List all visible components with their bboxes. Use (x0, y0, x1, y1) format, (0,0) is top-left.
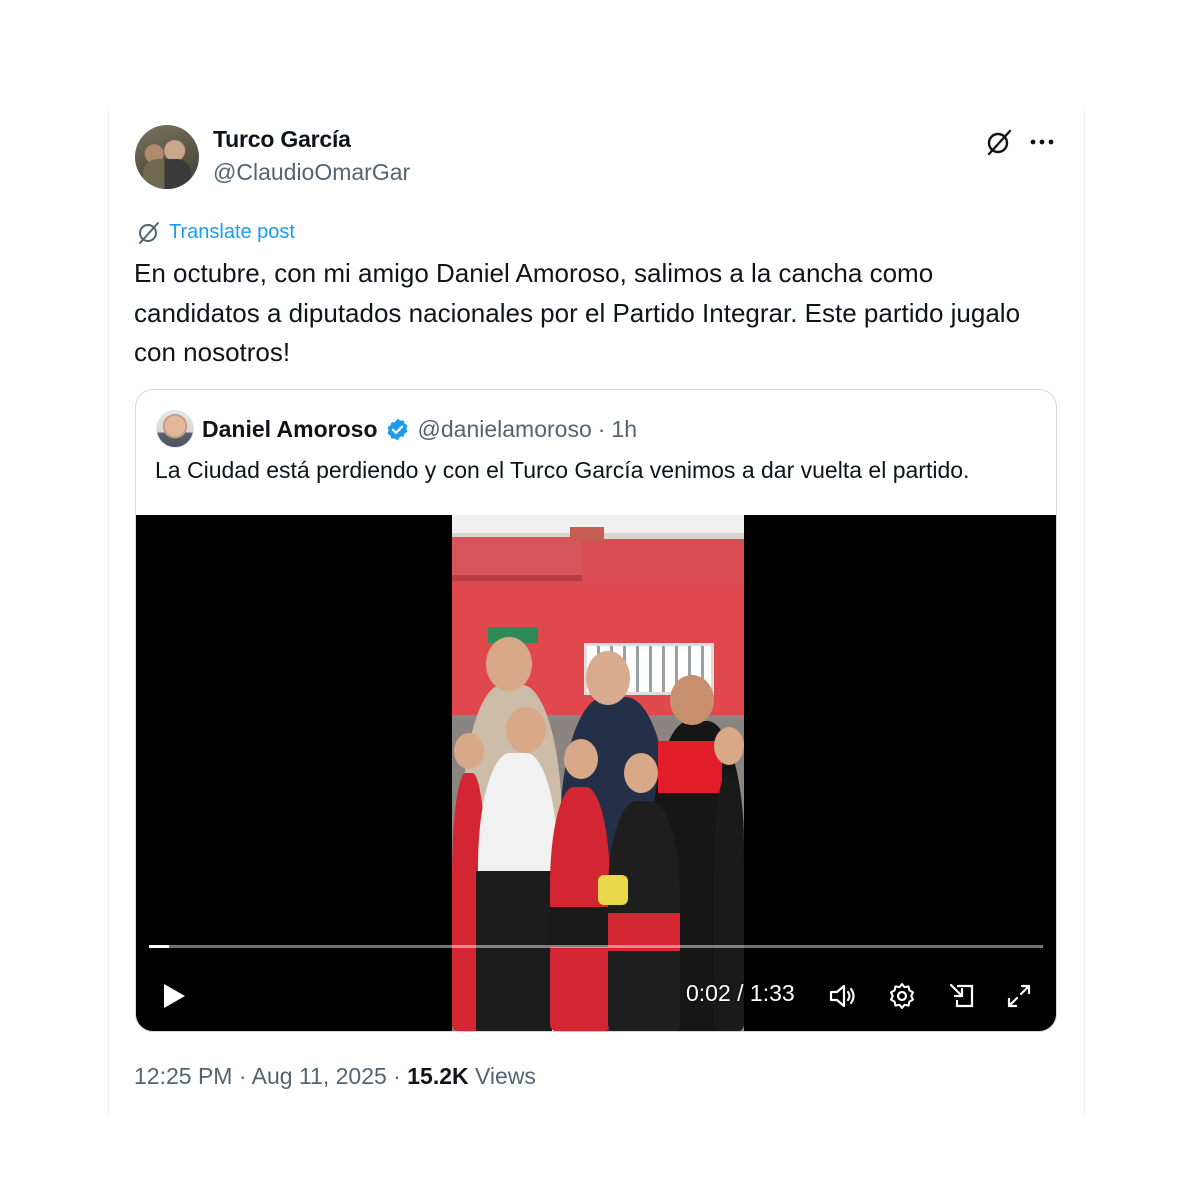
views-label: Views (475, 1063, 536, 1089)
quote-author-avatar[interactable] (156, 410, 194, 448)
translate-icon (139, 222, 159, 244)
separator-dot: · (238, 1063, 247, 1089)
settings-icon[interactable] (887, 981, 917, 1011)
author-avatar[interactable] (135, 125, 199, 189)
quote-header: Daniel Amoroso @danielamoroso · 1h (202, 414, 637, 444)
video-frame (452, 515, 744, 1031)
more-icon[interactable] (1028, 128, 1056, 156)
post-date[interactable]: Aug 11, 2025 (252, 1063, 387, 1089)
views-count: 15.2K (407, 1063, 469, 1089)
volume-icon[interactable] (828, 981, 858, 1011)
author-name[interactable]: Turco García (213, 126, 351, 153)
separator-dot: · (393, 1063, 401, 1089)
video-progress-track[interactable] (149, 945, 1043, 948)
post-time[interactable]: 12:25 PM (134, 1063, 232, 1089)
separator-dot: · (597, 415, 606, 442)
video-progress-fill (149, 945, 169, 948)
video-time-display: 0:02 / 1:33 (686, 980, 795, 1006)
quote-text: La Ciudad está perdiendo y con el Turco … (155, 457, 970, 483)
quote-author-name[interactable]: Daniel Amoroso (202, 416, 378, 443)
post-meta: 12:25 PM · Aug 11, 2025 · 15.2K Views (134, 1063, 536, 1090)
quote-timestamp[interactable]: 1h (611, 416, 637, 443)
video-player[interactable]: 0:02 / 1:33 (136, 515, 1056, 1031)
translate-post-link[interactable]: Translate post (136, 218, 295, 246)
quoted-post[interactable]: Daniel Amoroso @danielamoroso · 1h La Ci… (135, 389, 1057, 1032)
post-text: En octubre, con mi amigo Daniel Amoroso,… (134, 258, 1021, 367)
author-handle[interactable]: @ClaudioOmarGar (213, 159, 410, 186)
quote-author-handle[interactable]: @danielamoroso (418, 416, 592, 443)
fullscreen-icon[interactable] (1004, 981, 1034, 1011)
grok-icon[interactable] (984, 127, 1014, 157)
translate-label[interactable]: Translate post (169, 221, 295, 244)
play-icon[interactable] (158, 981, 188, 1011)
verified-badge-icon (387, 418, 407, 440)
pip-icon[interactable] (947, 981, 977, 1011)
